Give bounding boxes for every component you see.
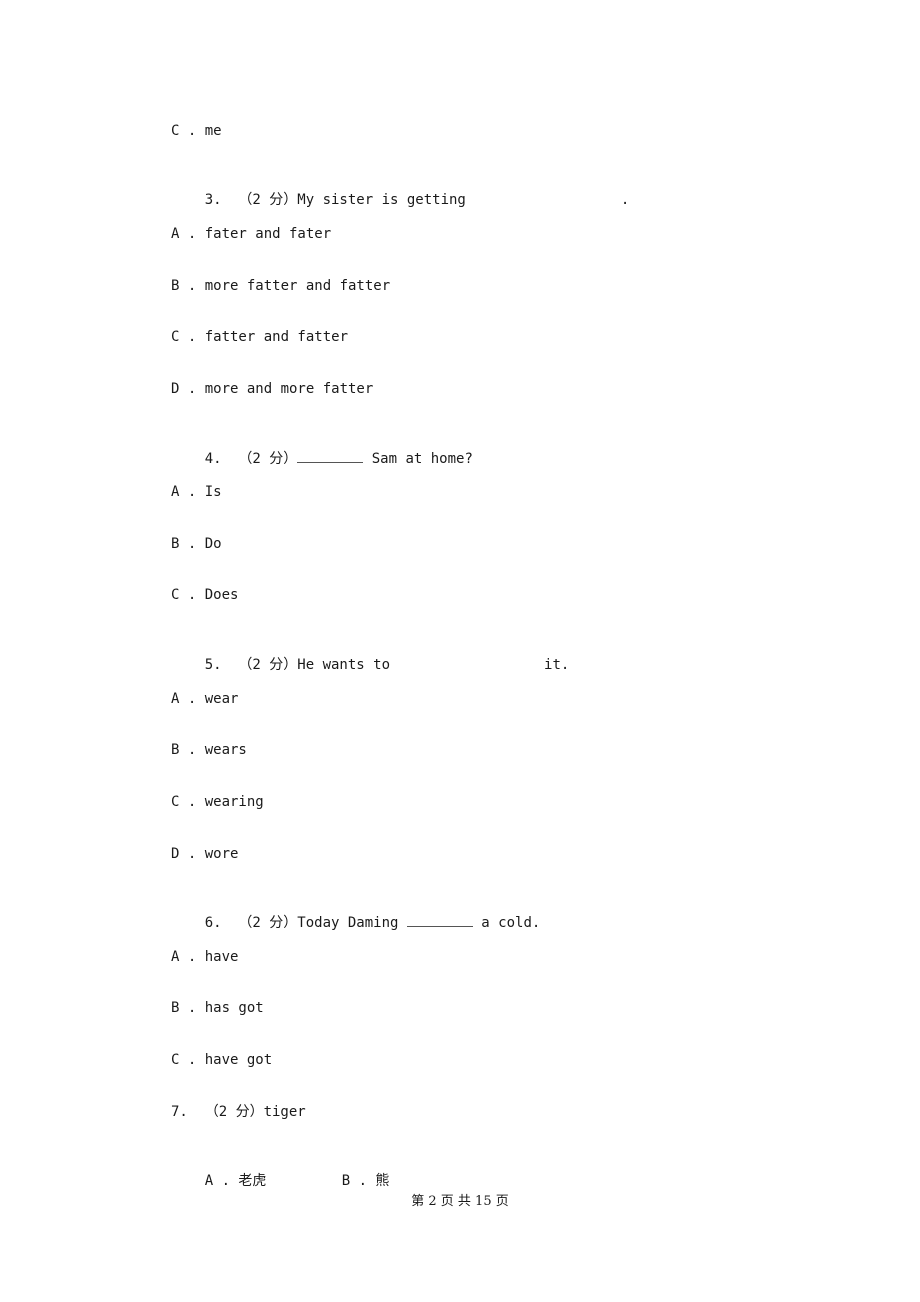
question-4-option-b: B . Do: [171, 536, 222, 552]
question-4-option-c: C . Does: [171, 587, 239, 603]
page-number-footer: 第 2 页 共 15 页: [411, 1194, 509, 1209]
question-3: 3. （2 分）My sister is getting.: [171, 173, 630, 227]
question-6-option-c: C . have got: [171, 1052, 273, 1068]
question-3-option-d: D . more and more fatter: [171, 381, 374, 397]
question-7: 7. （2 分）tiger: [171, 1104, 306, 1120]
question-5-option-c: C . wearing: [171, 794, 264, 810]
question-3-option-a: A . fater and fater: [171, 226, 332, 242]
question-3-text: 3. （2 分）My sister is getting: [204, 192, 466, 208]
question-4-text: Sam at home?: [363, 451, 473, 467]
question-5-text: 5. （2 分）He wants to: [204, 657, 391, 673]
question-5-option-d: D . wore: [171, 846, 239, 862]
question-3-option-c: C . fatter and fatter: [171, 329, 349, 345]
question-4-label: 4. （2 分）: [204, 451, 298, 467]
question-5-option-a: A . wear: [171, 691, 239, 707]
question-6-option-a: A . have: [171, 949, 239, 965]
answer-blank: [406, 914, 473, 927]
answer-blank: [297, 450, 364, 463]
question-6-option-b: B . has got: [171, 1000, 264, 1016]
question-6-end: a cold.: [472, 915, 541, 931]
question-3-period: .: [620, 192, 630, 208]
question-3-option-b: B . more fatter and fatter: [171, 278, 391, 294]
question-5-end: it.: [544, 657, 570, 673]
option-c-me: C . me: [171, 123, 222, 139]
question-4-option-a: A . Is: [171, 484, 222, 500]
question-4: 4. （2 分） Sam at home?: [171, 432, 473, 486]
question-6-text: 6. （2 分）Today Daming: [204, 915, 407, 931]
question-6: 6. （2 分）Today Daming a cold.: [171, 896, 541, 950]
question-7-option-b: B . 熊: [341, 1173, 390, 1189]
question-5: 5. （2 分）He wants to it.: [171, 638, 570, 692]
question-7-option-a: A . 老虎: [204, 1173, 267, 1189]
question-5-option-b: B . wears: [171, 742, 247, 758]
